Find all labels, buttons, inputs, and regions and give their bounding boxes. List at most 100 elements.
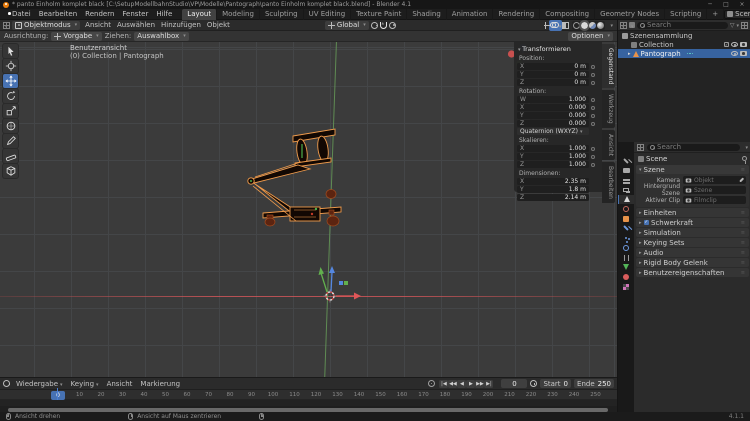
- decorator-icon[interactable]: [591, 147, 595, 151]
- move-gizmo[interactable]: [300, 258, 370, 308]
- section-benutzereigenschaften[interactable]: ▸Benutzereigenschaften≡: [636, 268, 749, 277]
- gizmo-plane-handle[interactable]: [339, 281, 343, 285]
- tool-cursor[interactable]: [3, 59, 18, 73]
- workspace-tab-texture-paint[interactable]: Texture Paint: [351, 9, 407, 20]
- timeline-menu-keying[interactable]: Keying: [67, 380, 103, 388]
- timeline-ruler[interactable]: 0 10203040506070809010011012013014015016…: [0, 390, 617, 400]
- sidebar-tab-werkzeug[interactable]: Werkzeug: [602, 90, 615, 128]
- properties-tab-modifiers[interactable]: [618, 224, 634, 233]
- viewport-menu-ansicht[interactable]: Ansicht: [82, 21, 114, 29]
- sidebar-tab-gegenstand[interactable]: Gegenstand: [602, 44, 615, 88]
- properties-tab-texture[interactable]: [618, 282, 634, 291]
- menu-datei[interactable]: Datei: [8, 10, 35, 18]
- decorator-icon[interactable]: [591, 98, 595, 102]
- properties-tab-world[interactable]: [618, 205, 634, 214]
- shading-solid-icon[interactable]: [581, 22, 588, 29]
- outliner-row-scene-collection[interactable]: Szenensammlung: [618, 31, 750, 40]
- timeline-menu-ansicht[interactable]: Ansicht: [103, 380, 137, 388]
- orientation-preset-dropdown[interactable]: Vorgabe: [51, 32, 101, 41]
- playhead-badge[interactable]: 0: [51, 391, 65, 400]
- section-rigid-body-gelenk[interactable]: ▸Rigid Body Gelenk≡: [636, 258, 749, 267]
- scene-panel-header[interactable]: ▾ Szene ≡: [636, 165, 749, 174]
- viewport-3d[interactable]: Benutzeransicht (0) Collection | Pantogr…: [0, 42, 617, 377]
- properties-options-icon[interactable]: [743, 143, 748, 151]
- transform-position-y-field[interactable]: Y0 m: [517, 71, 589, 78]
- exclude-checkbox[interactable]: ✓: [724, 42, 729, 47]
- properties-tab-particles[interactable]: [618, 234, 634, 243]
- properties-tab-data[interactable]: [618, 263, 634, 272]
- next-keyframe-icon[interactable]: ▶▶: [475, 380, 484, 388]
- outliner-row-collection[interactable]: Collection ✓: [618, 40, 750, 49]
- workspace-tab-layout[interactable]: Layout: [182, 9, 217, 20]
- workspace-tab--[interactable]: +: [707, 9, 724, 20]
- transform-rotation-y-field[interactable]: Y0.000: [517, 112, 589, 119]
- pantograph-object[interactable]: [238, 122, 353, 234]
- shading-wireframe-icon[interactable]: [573, 22, 580, 29]
- editor-type-icon[interactable]: [3, 22, 10, 29]
- sidebar-tab-ansicht[interactable]: Ansicht: [602, 130, 615, 160]
- gravity-checkbox[interactable]: ✓: [644, 220, 650, 226]
- play-icon[interactable]: ▶: [466, 380, 475, 388]
- transform-dimensions-y-field[interactable]: Y1.8 m: [517, 186, 589, 193]
- expand-chevron-icon[interactable]: ▸: [628, 51, 631, 57]
- properties-tab-scene[interactable]: [618, 195, 634, 204]
- properties-tab-view-layer[interactable]: [618, 185, 634, 194]
- menu-hilfe[interactable]: Hilfe: [152, 10, 176, 18]
- pin-icon[interactable]: [742, 156, 747, 161]
- filter-funnel-icon[interactable]: ▽: [730, 22, 739, 29]
- scene-selector[interactable]: Scene ×: [724, 10, 750, 19]
- viewport-menu-auswählen[interactable]: Auswählen: [114, 21, 158, 29]
- close-button[interactable]: ×: [734, 0, 750, 9]
- xray-toggle-icon[interactable]: [562, 22, 569, 29]
- outliner-editor-icon[interactable]: [620, 22, 627, 29]
- properties-tab-constraints[interactable]: [618, 253, 634, 262]
- workspace-tab-geometry-nodes[interactable]: Geometry Nodes: [595, 9, 665, 20]
- menu-rendern[interactable]: Rendern: [81, 10, 118, 18]
- viewport-menu-hinzufügen[interactable]: Hinzufügen: [158, 21, 204, 29]
- auto-key-icon[interactable]: [428, 380, 435, 387]
- transform-dimensions-x-field[interactable]: X2.35 m: [517, 178, 589, 185]
- decorator-icon[interactable]: [591, 163, 595, 167]
- section-simulation[interactable]: ▸Simulation≡: [636, 228, 749, 237]
- transform-position-x-field[interactable]: X0 m: [517, 63, 589, 70]
- options-button[interactable]: Optionen: [568, 32, 613, 41]
- timeline-menu-wiedergabe[interactable]: Wiedergabe: [12, 380, 67, 388]
- section-schwerkraft[interactable]: ▸✓Schwerkraft≡: [636, 218, 749, 227]
- transform-scale-y-field[interactable]: Y1.000: [517, 153, 589, 160]
- jump-to-end-icon[interactable]: ▶|: [484, 380, 493, 388]
- tool-annotate[interactable]: [3, 134, 18, 148]
- playhead-line[interactable]: [57, 388, 58, 400]
- properties-tab-material[interactable]: [618, 272, 634, 281]
- end-frame-field[interactable]: Ende 250: [574, 379, 614, 388]
- use-preview-range-icon[interactable]: [530, 380, 537, 387]
- hide-eye-icon[interactable]: [731, 51, 738, 56]
- tool-measure[interactable]: [3, 149, 18, 163]
- decorator-icon[interactable]: [591, 122, 595, 126]
- outliner-row-pantograph[interactable]: ▸ Pantograph: [618, 49, 750, 58]
- timeline-menu-markierung[interactable]: Markierung: [136, 380, 184, 388]
- snap-magnet-icon[interactable]: [380, 22, 387, 29]
- field-input-0[interactable]: Objekt: [683, 176, 746, 184]
- shading-rendered-icon[interactable]: [597, 22, 604, 29]
- section-einheiten[interactable]: ▸Einheiten≡: [636, 208, 749, 217]
- workspace-tab-modeling[interactable]: Modeling: [217, 9, 260, 20]
- properties-search[interactable]: Search: [647, 144, 740, 151]
- menu-fenster[interactable]: Fenster: [118, 10, 152, 18]
- workspace-tab-rendering[interactable]: Rendering: [493, 9, 540, 20]
- decorator-icon[interactable]: [591, 114, 595, 118]
- properties-tab-render[interactable]: [618, 166, 634, 175]
- jump-to-start-icon[interactable]: |◀: [439, 380, 448, 388]
- section-keying-sets[interactable]: ▸Keying Sets≡: [636, 238, 749, 247]
- menu-bearbeiten[interactable]: Bearbeiten: [35, 10, 81, 18]
- transform-rotation-x-field[interactable]: X0.000: [517, 104, 589, 111]
- workspace-tab-compositing[interactable]: Compositing: [540, 9, 595, 20]
- properties-tab-output[interactable]: [618, 175, 634, 184]
- properties-editor-icon[interactable]: [637, 144, 644, 151]
- prev-keyframe-icon[interactable]: ◀◀: [448, 380, 457, 388]
- transform-dimensions-z-field[interactable]: Z2.14 m: [517, 194, 589, 201]
- decorator-icon[interactable]: [591, 106, 595, 110]
- decorator-icon[interactable]: [591, 65, 595, 69]
- tool-move[interactable]: [3, 74, 18, 88]
- overlays-toggle-icon[interactable]: [549, 20, 563, 31]
- transform-scale-z-field[interactable]: Z1.000: [517, 161, 589, 168]
